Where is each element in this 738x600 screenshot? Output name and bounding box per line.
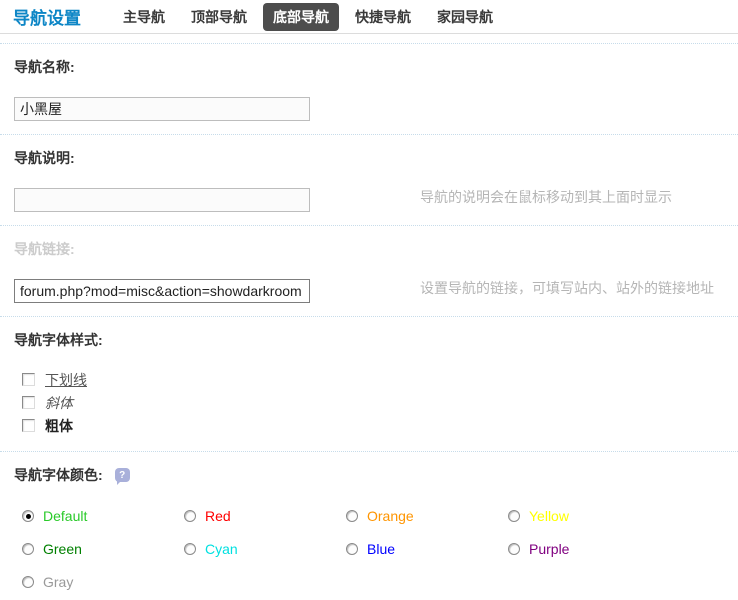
underline-option[interactable]: 下划线 [22, 368, 738, 391]
color-option-label: Default [43, 507, 88, 524]
nav-link-input[interactable] [14, 279, 310, 303]
tab-bottom-nav[interactable]: 底部导航 [263, 2, 339, 31]
italic-checkbox[interactable] [22, 396, 35, 409]
color-radio-blue[interactable] [346, 542, 358, 555]
color-option-label: Yellow [529, 507, 569, 524]
bold-checkbox[interactable] [22, 419, 35, 432]
italic-option-label: 斜体 [45, 394, 73, 411]
tab-quick-nav[interactable]: 快捷导航 [345, 3, 421, 31]
color-radio-orange[interactable] [346, 509, 358, 522]
bold-option[interactable]: 粗体 [22, 414, 738, 437]
font-color-label: 导航字体颜色: [14, 467, 103, 483]
color-option-orange[interactable]: Orange [346, 499, 508, 532]
tab-main-nav[interactable]: 主导航 [113, 3, 175, 31]
tab-top-nav[interactable]: 顶部导航 [181, 3, 257, 31]
font-color-section: 导航字体颜色: ? Default Red Orange Yellow Gree… [0, 452, 738, 600]
color-option-red[interactable]: Red [184, 499, 346, 532]
tab-home-nav[interactable]: 家园导航 [427, 3, 503, 31]
color-option-label: Gray [43, 573, 74, 590]
color-radio-cyan[interactable] [184, 542, 196, 555]
nav-desc-hint: 导航的说明会在鼠标移动到其上面时显示 [420, 188, 672, 205]
color-radio-gray[interactable] [22, 575, 34, 588]
help-icon[interactable]: ? [114, 468, 130, 485]
nav-link-label: 导航链接: [14, 241, 75, 257]
italic-option[interactable]: 斜体 [22, 391, 738, 414]
underline-checkbox[interactable] [22, 373, 35, 386]
nav-name-section: 导航名称: [0, 43, 738, 135]
nav-link-hint: 设置导航的链接，可填写站内、站外的链接地址 [420, 279, 714, 296]
color-option-label: Green [43, 540, 82, 557]
nav-name-input[interactable] [14, 97, 310, 121]
color-option-blue[interactable]: Blue [346, 532, 508, 565]
nav-desc-input[interactable] [14, 188, 310, 212]
color-option-label: Orange [367, 507, 414, 524]
tab-bar: 主导航 顶部导航 底部导航 快捷导航 家园导航 [113, 2, 503, 31]
bold-option-label: 粗体 [45, 417, 73, 434]
color-option-yellow[interactable]: Yellow [508, 499, 670, 532]
page-title: 导航设置 [13, 9, 81, 28]
color-option-gray[interactable]: Gray [22, 565, 184, 598]
nav-desc-label: 导航说明: [14, 150, 75, 166]
color-radio-purple[interactable] [508, 542, 520, 555]
font-style-label: 导航字体样式: [14, 332, 103, 348]
color-radio-green[interactable] [22, 542, 34, 555]
color-option-label: Red [205, 507, 231, 524]
font-style-section: 导航字体样式: 下划线 斜体 粗体 [0, 317, 738, 452]
color-option-green[interactable]: Green [22, 532, 184, 565]
font-style-options: 下划线 斜体 粗体 [14, 350, 738, 451]
header: 导航设置 主导航 顶部导航 底部导航 快捷导航 家园导航 [0, 0, 738, 34]
color-option-label: Cyan [205, 540, 238, 557]
nav-link-section: 导航链接: 设置导航的链接，可填写站内、站外的链接地址 [0, 226, 738, 317]
color-radio-default[interactable] [22, 509, 34, 522]
font-color-options: Default Red Orange Yellow Green Cyan Blu… [14, 485, 738, 600]
color-option-label: Purple [529, 540, 570, 557]
color-radio-red[interactable] [184, 509, 196, 522]
color-option-default[interactable]: Default [22, 499, 184, 532]
nav-desc-section: 导航说明: 导航的说明会在鼠标移动到其上面时显示 [0, 135, 738, 226]
underline-option-label: 下划线 [45, 371, 87, 388]
color-option-cyan[interactable]: Cyan [184, 532, 346, 565]
color-option-purple[interactable]: Purple [508, 532, 670, 565]
color-option-label: Blue [367, 540, 396, 557]
nav-name-label: 导航名称: [14, 59, 75, 75]
color-radio-yellow[interactable] [508, 509, 520, 522]
